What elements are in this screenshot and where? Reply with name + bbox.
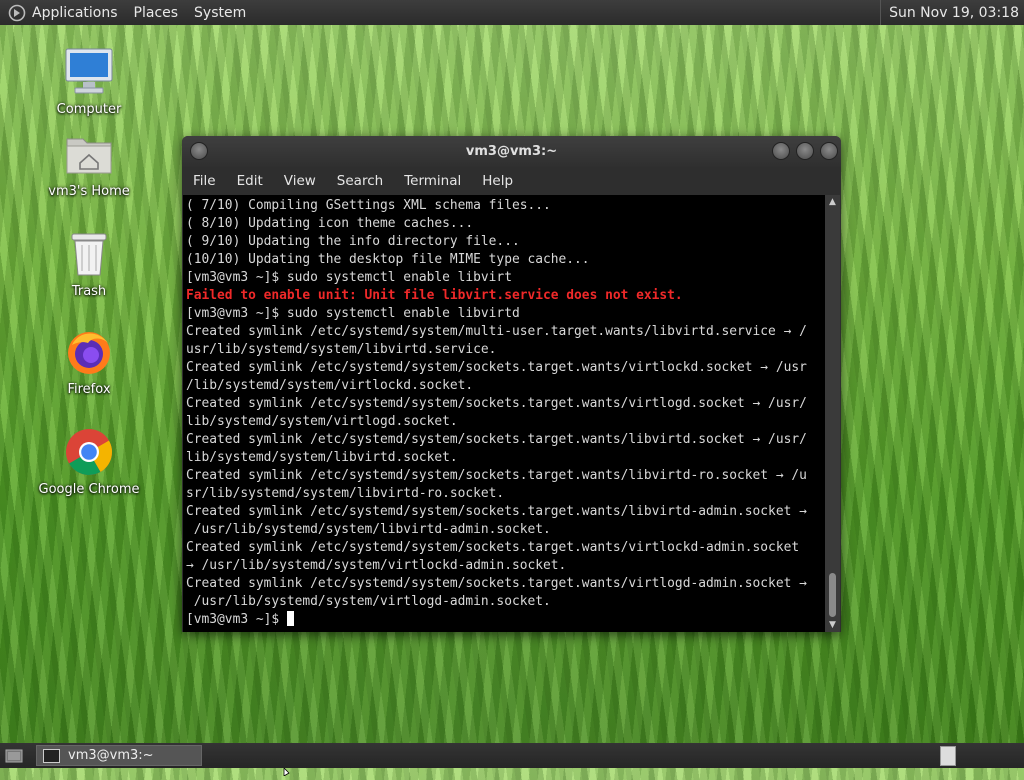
terminal-line: Created symlink /etc/systemd/system/sock… [186, 396, 807, 411]
menu-file[interactable]: File [193, 173, 216, 189]
terminal-line: usr/lib/systemd/system/libvirtd.service. [186, 342, 497, 357]
applications-menu[interactable]: Applications [32, 5, 118, 21]
terminal-menubar: File Edit View Search Terminal Help [182, 167, 841, 195]
desktop-icon-label: Trash [71, 284, 107, 299]
desktop-icon-chrome[interactable]: Google Chrome [34, 424, 144, 497]
computer-icon [61, 44, 117, 100]
terminal-line: (10/10) Updating the desktop file MIME t… [186, 252, 590, 267]
system-menu[interactable]: System [194, 5, 246, 21]
terminal-line: ( 8/10) Updating icon theme caches... [186, 216, 474, 231]
window-menu-icon[interactable] [190, 142, 208, 160]
terminal-line: /usr/lib/systemd/system/virtlogd-admin.s… [186, 594, 551, 609]
minimize-button[interactable] [772, 142, 790, 160]
terminal-line: lib/systemd/system/virtlogd.socket. [186, 414, 458, 429]
taskbar-item-terminal[interactable]: vm3@vm3:~ [36, 745, 202, 766]
home-folder-icon [61, 126, 117, 182]
terminal-line: lib/systemd/system/libvirtd.socket. [186, 450, 458, 465]
scroll-up-icon[interactable]: ▲ [825, 195, 840, 209]
terminal-line: Created symlink /etc/systemd/system/sock… [186, 468, 807, 483]
terminal-line: Created symlink /etc/systemd/system/sock… [186, 360, 807, 375]
firefox-icon [61, 324, 117, 380]
terminal-line: Created symlink /etc/systemd/system/mult… [186, 324, 807, 339]
maximize-button[interactable] [796, 142, 814, 160]
close-button[interactable] [820, 142, 838, 160]
trash-icon [61, 226, 117, 282]
desktop-icon-label: Firefox [67, 382, 111, 397]
terminal-text: ( 7/10) Compiling GSettings XML schema f… [183, 195, 825, 629]
workspace-switcher[interactable] [940, 746, 956, 766]
terminal-scrollbar[interactable]: ▲ ▼ [825, 195, 840, 632]
window-titlebar[interactable]: vm3@vm3:~ [182, 136, 841, 167]
terminal-line: [vm3@vm3 ~]$ sudo systemctl enable libvi… [186, 306, 520, 321]
terminal-line: sr/lib/systemd/system/libvirtd-ro.socket… [186, 486, 505, 501]
desktop-icon-label: vm3's Home [48, 184, 130, 199]
chrome-icon [61, 424, 117, 480]
desktop-icon-label: Google Chrome [38, 482, 140, 497]
terminal-line: Created symlink /etc/systemd/system/sock… [186, 504, 807, 519]
mouse-pointer-icon [283, 761, 293, 780]
window-title: vm3@vm3:~ [465, 144, 558, 159]
distro-logo-icon[interactable] [8, 4, 26, 22]
bottom-panel: vm3@vm3:~ [0, 743, 1024, 777]
menu-search[interactable]: Search [337, 173, 383, 189]
show-desktop-icon[interactable] [4, 747, 24, 765]
menu-help[interactable]: Help [482, 173, 513, 189]
top-panel: Applications Places System Sun Nov 19, 0… [0, 0, 1024, 25]
terminal-line: Created symlink /etc/systemd/system/sock… [186, 540, 800, 555]
terminal-line: ( 7/10) Compiling GSettings XML schema f… [186, 198, 551, 213]
terminal-line: /usr/lib/systemd/system/libvirtd-admin.s… [186, 522, 551, 537]
terminal-icon [43, 748, 60, 763]
scroll-down-icon[interactable]: ▼ [825, 618, 840, 632]
terminal-line: /lib/systemd/system/virtlockd.socket. [186, 378, 474, 393]
terminal-error-line: Failed to enable unit: Unit file libvirt… [186, 288, 683, 303]
terminal-line: [vm3@vm3 ~]$ sudo systemctl enable libvi… [186, 270, 512, 285]
terminal-prompt: [vm3@vm3 ~]$ [186, 612, 287, 627]
desktop-icon-firefox[interactable]: Firefox [34, 324, 144, 397]
scrollbar-thumb[interactable] [829, 573, 836, 617]
desktop-icon-home[interactable]: vm3's Home [34, 126, 144, 199]
terminal-output[interactable]: ( 7/10) Compiling GSettings XML schema f… [183, 195, 825, 632]
places-menu[interactable]: Places [134, 5, 179, 21]
terminal-window[interactable]: vm3@vm3:~ File Edit View Search Terminal… [182, 136, 841, 632]
terminal-line: ( 9/10) Updating the info directory file… [186, 234, 520, 249]
clock[interactable]: Sun Nov 19, 03:18 [889, 5, 1019, 21]
desktop-icon-label: Computer [56, 102, 122, 117]
terminal-line: Created symlink /etc/systemd/system/sock… [186, 576, 807, 591]
menu-terminal[interactable]: Terminal [404, 173, 461, 189]
desktop-icon-computer[interactable]: Computer [34, 44, 144, 117]
menu-edit[interactable]: Edit [237, 173, 263, 189]
taskbar-item-label: vm3@vm3:~ [68, 748, 154, 763]
menu-view[interactable]: View [284, 173, 316, 189]
desktop-icon-trash[interactable]: Trash [34, 226, 144, 299]
text-cursor [286, 611, 294, 626]
terminal-line: Created symlink /etc/systemd/system/sock… [186, 432, 807, 447]
terminal-line: → /usr/lib/systemd/system/virtlockd-admi… [186, 558, 567, 573]
